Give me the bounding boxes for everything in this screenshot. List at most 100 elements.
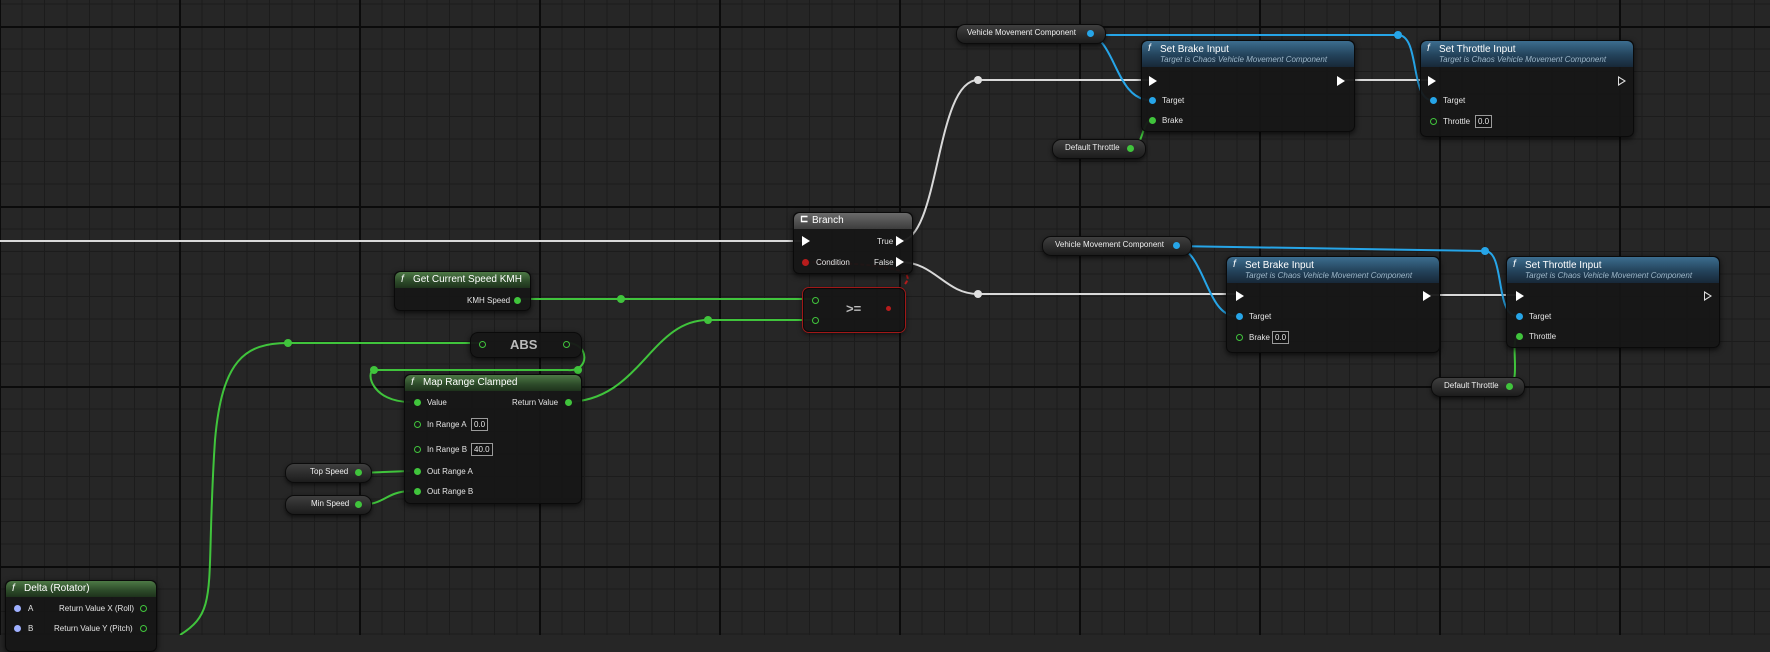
min-speed-getter[interactable]: Min Speed	[285, 495, 372, 515]
throttle-value-field[interactable]: 0.0	[1475, 115, 1493, 128]
exec-output-pin[interactable]	[1423, 291, 1431, 301]
pin-label: False	[874, 258, 894, 267]
reroute-knot[interactable]	[574, 366, 582, 374]
speed-output-pin[interactable]	[514, 297, 521, 304]
node-title: Map Range Clamped	[423, 377, 518, 388]
exec-input-pin[interactable]	[1149, 76, 1157, 86]
return-y-pin[interactable]	[140, 625, 147, 632]
brake-pin[interactable]	[1149, 117, 1156, 124]
exec-input-pin[interactable]	[1516, 291, 1524, 301]
set-throttle-input-node[interactable]: f Set Throttle Input Target is Chaos Veh…	[1506, 256, 1720, 348]
rotator-input-a-pin[interactable]	[14, 605, 21, 612]
exec-input-pin[interactable]	[802, 236, 810, 246]
exec-wire-false	[899, 261, 1236, 295]
exec-output-pin[interactable]	[1704, 291, 1712, 301]
exec-input-pin[interactable]	[1236, 291, 1244, 301]
node-header: f Set Brake Input Target is Chaos Vehicl…	[1227, 257, 1439, 283]
top-speed-getter[interactable]: Top Speed	[285, 463, 372, 483]
bool-output-pin[interactable]	[886, 306, 891, 311]
in-range-a-pin[interactable]	[414, 421, 421, 428]
node-title: Branch	[812, 215, 844, 226]
pin-label: Return Value	[512, 398, 559, 407]
node-header: f Set Brake Input Target is Chaos Vehicl…	[1142, 41, 1354, 67]
pin-label: Target	[1443, 96, 1466, 105]
in-range-b-field[interactable]: 40.0	[471, 443, 493, 456]
out-range-b-pin[interactable]	[414, 488, 421, 495]
exec-output-pin[interactable]	[1618, 76, 1626, 86]
pin-label: True	[877, 237, 894, 246]
greater-equal-compare-node[interactable]: >=	[803, 288, 905, 332]
default-throttle-getter[interactable]: Default Throttle	[1052, 139, 1146, 159]
float-wire-map-to-compare	[565, 319, 816, 403]
return-value-pin[interactable]	[565, 399, 572, 406]
node-header: f Set Throttle Input Target is Chaos Veh…	[1421, 41, 1633, 67]
float-output-pin[interactable]	[1127, 145, 1134, 152]
target-pin[interactable]	[1149, 97, 1156, 104]
reroute-knot[interactable]	[974, 76, 982, 84]
true-exec-pin[interactable]	[896, 236, 904, 246]
exec-output-pin[interactable]	[1337, 76, 1345, 86]
branch-node[interactable]: Branch ⊏ True Condition False	[793, 212, 913, 274]
vehicle-movement-component-getter[interactable]: Vehicle Movement Component	[956, 24, 1106, 44]
get-current-speed-node[interactable]: f Get Current Speed KMH KMH Speed	[394, 271, 531, 311]
pin-label: Return Value Y (Pitch)	[54, 624, 133, 633]
default-throttle-getter[interactable]: Default Throttle	[1431, 377, 1525, 397]
reroute-knot[interactable]	[617, 295, 625, 303]
value-pin[interactable]	[414, 399, 421, 406]
return-x-pin[interactable]	[140, 605, 147, 612]
brake-value-field[interactable]: 0.0	[1272, 331, 1290, 344]
function-icon: f	[1233, 259, 1236, 270]
variable-label: Vehicle Movement Component	[967, 28, 1076, 37]
target-pin[interactable]	[1236, 313, 1243, 320]
function-icon: f	[12, 583, 15, 594]
compare-input-a-pin[interactable]	[812, 297, 819, 304]
reroute-knot[interactable]	[704, 316, 712, 324]
pin-label: Throttle	[1529, 332, 1557, 341]
vehicle-movement-component-getter[interactable]: Vehicle Movement Component	[1042, 236, 1192, 256]
branch-icon: ⊏	[800, 214, 809, 225]
throttle-pin[interactable]	[1516, 333, 1523, 340]
object-output-pin[interactable]	[1173, 242, 1180, 249]
delta-rotator-node[interactable]: f Delta (Rotator) A Return Value X (Roll…	[5, 580, 157, 652]
object-output-pin[interactable]	[1087, 30, 1094, 37]
rotator-input-b-pin[interactable]	[14, 625, 21, 632]
throttle-pin[interactable]	[1430, 118, 1437, 125]
reroute-knot[interactable]	[370, 366, 378, 374]
variable-label: Top Speed	[310, 467, 349, 476]
abs-node[interactable]: ABS	[470, 332, 582, 358]
pin-label: A	[28, 604, 34, 613]
false-exec-pin[interactable]	[896, 257, 904, 267]
reroute-knot[interactable]	[1481, 247, 1489, 255]
float-output-pin[interactable]	[355, 469, 362, 476]
in-range-a-field[interactable]: 0.0	[471, 418, 489, 431]
abs-output-pin[interactable]	[563, 341, 570, 348]
target-pin[interactable]	[1516, 313, 1523, 320]
function-icon: f	[411, 377, 414, 388]
compare-input-b-pin[interactable]	[812, 317, 819, 324]
abs-input-pin[interactable]	[479, 341, 486, 348]
pin-label: Throttle	[1443, 117, 1471, 126]
set-brake-input-node[interactable]: f Set Brake Input Target is Chaos Vehicl…	[1141, 40, 1355, 132]
brake-pin[interactable]	[1236, 334, 1243, 341]
function-icon: f	[1148, 43, 1151, 54]
float-output-pin[interactable]	[355, 501, 362, 508]
node-header: f Delta (Rotator)	[6, 581, 156, 597]
exec-input-pin[interactable]	[1428, 76, 1436, 86]
node-header: f Get Current Speed KMH	[395, 272, 530, 288]
reroute-knot[interactable]	[284, 339, 292, 347]
reroute-knot[interactable]	[1394, 31, 1402, 39]
variable-label: Vehicle Movement Component	[1055, 240, 1164, 249]
float-output-pin[interactable]	[1506, 383, 1513, 390]
in-range-b-pin[interactable]	[414, 446, 421, 453]
condition-pin[interactable]	[802, 259, 809, 266]
pin-label: Return Value X (Roll)	[59, 604, 134, 613]
map-range-clamped-node[interactable]: f Map Range Clamped Value Return Value I…	[404, 374, 582, 504]
set-throttle-input-node[interactable]: f Set Throttle Input Target is Chaos Veh…	[1420, 40, 1634, 137]
target-pin[interactable]	[1430, 97, 1437, 104]
out-range-a-pin[interactable]	[414, 468, 421, 475]
node-title: Set Throttle Input	[1525, 260, 1602, 271]
pin-label: Target	[1529, 312, 1552, 321]
node-subtitle: Target is Chaos Vehicle Movement Compone…	[1439, 55, 1607, 64]
reroute-knot[interactable]	[974, 290, 982, 298]
set-brake-input-node[interactable]: f Set Brake Input Target is Chaos Vehicl…	[1226, 256, 1440, 353]
